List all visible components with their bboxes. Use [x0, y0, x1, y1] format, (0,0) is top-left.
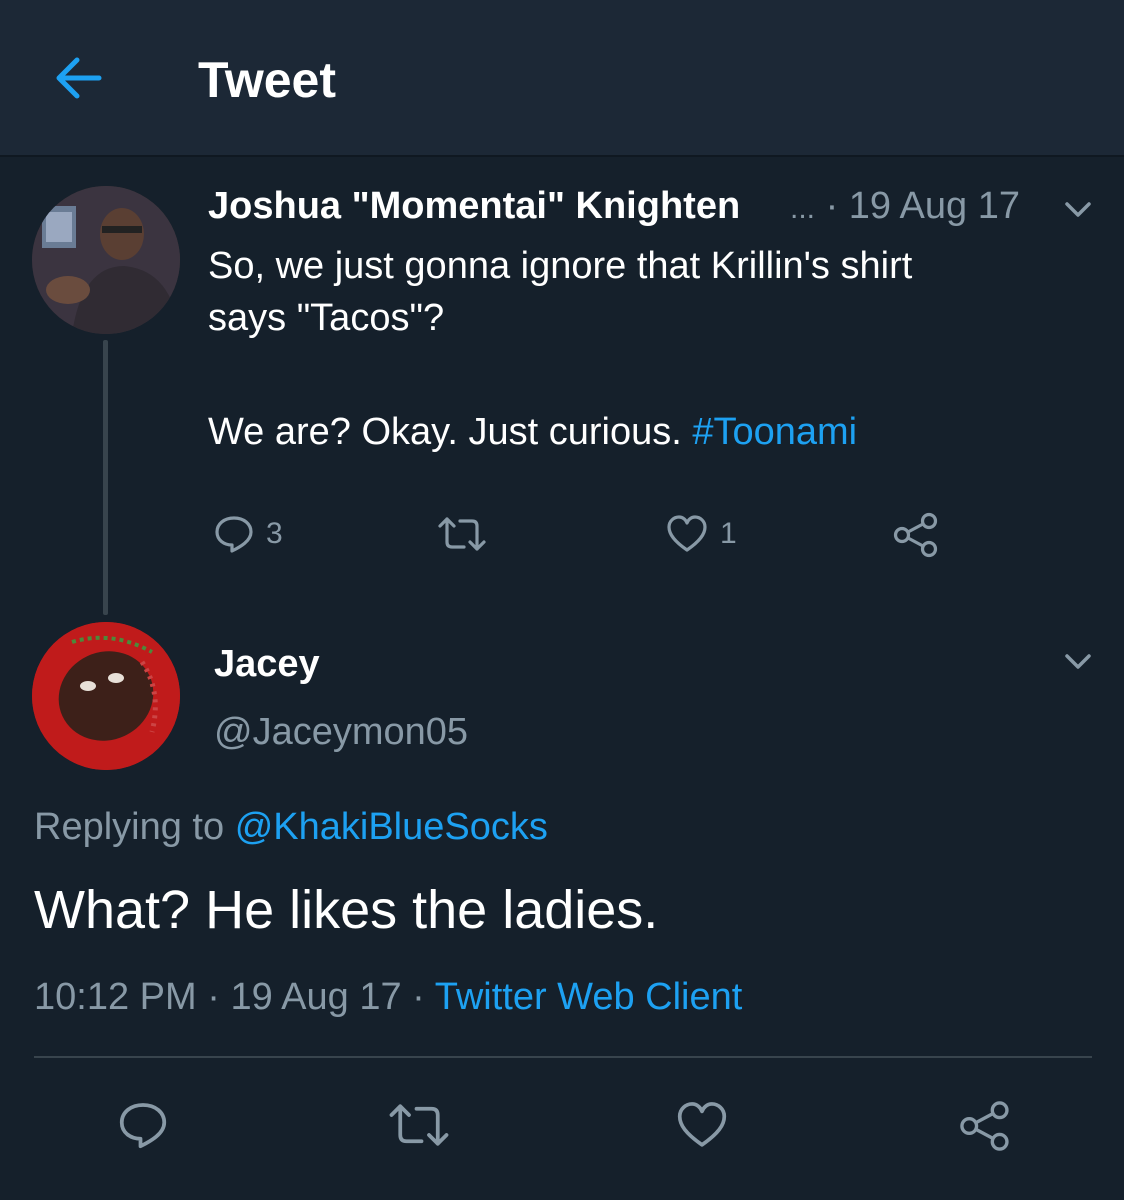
share-icon [893, 512, 938, 558]
mention-link[interactable]: @KhakiBlueSocks [235, 806, 548, 848]
reply-tweet-meta: 10:12 PM · 19 Aug 17 · Twitter Web Clien… [34, 972, 742, 1022]
reply-button[interactable]: 3 [214, 514, 283, 554]
parent-tweet-meta: ... · 19 Aug 17 [790, 182, 1020, 233]
thread-connector-line [103, 340, 108, 615]
meta-separator: · [825, 185, 839, 227]
source-client-link[interactable]: Twitter Web Client [435, 976, 743, 1018]
tweet-text-line: says "Tacos"? [208, 297, 445, 339]
arrow-left-icon [56, 57, 102, 99]
share-icon [960, 1101, 1009, 1151]
tweet-options-button[interactable] [1058, 190, 1098, 230]
reply-count: 3 [266, 517, 283, 550]
heart-icon [677, 1102, 727, 1147]
replying-to-label: Replying to [34, 806, 225, 848]
tweet-text-segment: We are? Okay. Just curious. [208, 411, 682, 453]
chevron-down-icon [1065, 202, 1091, 217]
reply-button[interactable] [118, 1100, 168, 1150]
share-button[interactable] [892, 512, 940, 558]
top-app-bar: Tweet [0, 0, 1124, 157]
chevron-down-icon [1065, 654, 1091, 669]
divider [34, 1056, 1092, 1058]
reply-tweet-text: What? He likes the ladies. [34, 880, 659, 940]
parent-tweet-text: So, we just gonna ignore that Krillin's … [208, 240, 1068, 458]
back-button[interactable] [48, 50, 108, 106]
like-button[interactable] [676, 1100, 728, 1150]
tweet-time: 10:12 PM [34, 976, 197, 1018]
name-truncation-ellipsis: ... [790, 192, 816, 225]
retweet-button[interactable] [436, 514, 488, 554]
reply-bubble-icon [215, 516, 253, 553]
parent-tweet-date[interactable]: 19 Aug 17 [849, 185, 1020, 227]
tweet-date: 19 Aug 17 [230, 976, 402, 1018]
tweet-text-line: So, we just gonna ignore that Krillin's … [208, 245, 913, 287]
tweet-options-button[interactable] [1058, 642, 1098, 682]
retweet-button[interactable] [386, 1100, 452, 1150]
like-count: 1 [720, 517, 737, 550]
meta-separator: · [207, 976, 220, 1018]
retweet-icon [438, 517, 486, 551]
share-button[interactable] [958, 1100, 1012, 1152]
heart-icon [667, 515, 707, 552]
reply-author-handle[interactable]: @Jaceymon05 [214, 708, 468, 756]
like-button[interactable]: 1 [666, 514, 737, 554]
page-title: Tweet [198, 52, 336, 108]
tweet-text-line: We are? Okay. Just curious. #Toonami [208, 406, 1068, 458]
avatar-photo [32, 186, 180, 334]
hashtag-link[interactable]: #Toonami [692, 411, 857, 453]
reply-author-name[interactable]: Jacey [214, 640, 320, 688]
retweet-icon [389, 1104, 449, 1146]
parent-author-avatar[interactable] [32, 186, 180, 334]
replying-to-line: Replying to @KhakiBlueSocks [34, 802, 548, 852]
reply-author-avatar[interactable] [32, 622, 180, 770]
reply-bubble-icon [119, 1103, 167, 1149]
parent-author-name[interactable]: Joshua "Momentai" Knighten [208, 182, 740, 230]
avatar-photo [32, 622, 180, 770]
meta-separator: · [412, 976, 425, 1018]
